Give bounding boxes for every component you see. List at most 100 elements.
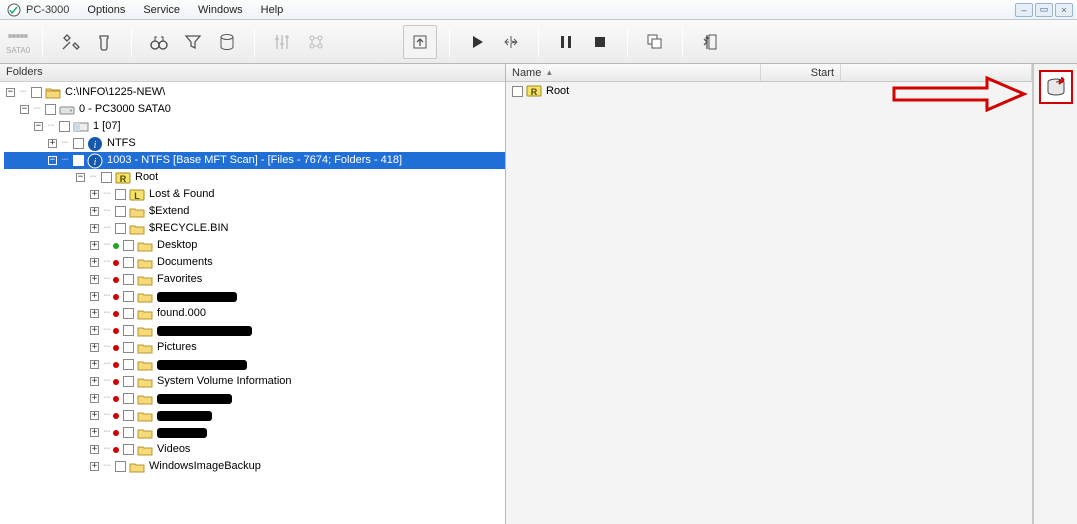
red-dot-icon bbox=[113, 345, 119, 351]
tools-icon[interactable] bbox=[55, 27, 85, 57]
tree-folder[interactable]: ┈ bbox=[4, 424, 505, 441]
sliders2-icon bbox=[301, 27, 331, 57]
row-checkbox[interactable] bbox=[512, 86, 523, 97]
checkbox[interactable] bbox=[123, 410, 134, 421]
list-panel: Name ▲ Start R Root bbox=[506, 64, 1077, 524]
checkbox[interactable] bbox=[123, 291, 134, 302]
checkbox[interactable] bbox=[115, 461, 126, 472]
tree-folder[interactable]: ┈Desktop bbox=[4, 237, 505, 254]
checkbox[interactable] bbox=[123, 359, 134, 370]
red-dot-icon bbox=[113, 328, 119, 334]
red-dot-icon bbox=[113, 447, 119, 453]
window-controls: – ▭ × bbox=[1015, 3, 1075, 17]
checkbox[interactable] bbox=[115, 189, 126, 200]
minimize-button[interactable]: – bbox=[1015, 3, 1033, 17]
menu-windows[interactable]: Windows bbox=[190, 2, 251, 18]
folders-tree[interactable]: ┈ C:\INFO\1225-NEW\ ┈ 0 - PC3000 SATA0 bbox=[0, 82, 505, 524]
partition-icon bbox=[73, 120, 89, 134]
tree-folder[interactable]: ┈ bbox=[4, 322, 505, 339]
folder-label: System Volume Information bbox=[157, 373, 292, 390]
folder-label: WindowsImageBackup bbox=[149, 458, 261, 475]
tree-folder[interactable]: ┈Favorites bbox=[4, 271, 505, 288]
folder-label: Desktop bbox=[157, 237, 197, 254]
save-to-disk-button[interactable] bbox=[1039, 70, 1073, 104]
checkbox[interactable] bbox=[123, 342, 134, 353]
tree-folder[interactable]: ┈ bbox=[4, 390, 505, 407]
binoculars-icon[interactable] bbox=[144, 27, 174, 57]
close-button[interactable]: × bbox=[1055, 3, 1073, 17]
checkbox[interactable] bbox=[123, 393, 134, 404]
tree-folder[interactable]: ┈found.000 bbox=[4, 305, 505, 322]
svg-text:L: L bbox=[134, 191, 140, 201]
redacted-label bbox=[157, 394, 232, 404]
red-dot-icon bbox=[113, 294, 119, 300]
checkbox[interactable] bbox=[123, 376, 134, 387]
menu-options[interactable]: Options bbox=[79, 2, 133, 18]
column-name[interactable]: Name ▲ bbox=[506, 64, 761, 81]
info-icon: i bbox=[87, 154, 103, 168]
checkbox[interactable] bbox=[115, 206, 126, 217]
column-start[interactable]: Start bbox=[761, 64, 841, 81]
tree-ntfs[interactable]: ┈ i NTFS bbox=[4, 135, 505, 152]
list-header: Name ▲ Start bbox=[506, 64, 1032, 82]
svg-text:R: R bbox=[120, 174, 127, 184]
exit-icon[interactable] bbox=[695, 27, 725, 57]
jar-icon[interactable] bbox=[89, 27, 119, 57]
folders-header: Folders bbox=[0, 64, 505, 82]
pause-icon[interactable] bbox=[551, 27, 581, 57]
checkbox[interactable] bbox=[115, 223, 126, 234]
windows-stack-icon[interactable] bbox=[640, 27, 670, 57]
folder-icon bbox=[137, 307, 153, 321]
folder-icon bbox=[137, 256, 153, 270]
list-body[interactable]: R Root bbox=[506, 82, 1032, 100]
checkbox[interactable] bbox=[123, 257, 134, 268]
root-badge-icon: R bbox=[526, 84, 542, 98]
tree-folder[interactable]: ┈$Extend bbox=[4, 203, 505, 220]
folder-icon bbox=[129, 205, 145, 219]
folder-icon bbox=[129, 460, 145, 474]
toolbar: SATA0 bbox=[0, 20, 1077, 64]
folder-icon bbox=[137, 375, 153, 389]
tree-folder[interactable]: ┈WindowsImageBackup bbox=[4, 458, 505, 475]
export-icon[interactable] bbox=[403, 25, 437, 59]
list-row[interactable]: R Root bbox=[506, 82, 1032, 100]
sata-button[interactable]: SATA0 bbox=[6, 28, 30, 55]
red-dot-icon bbox=[113, 430, 119, 436]
checkbox[interactable] bbox=[123, 444, 134, 455]
tree-folder[interactable]: ┈Pictures bbox=[4, 339, 505, 356]
tree-root[interactable]: ┈ C:\INFO\1225-NEW\ bbox=[4, 84, 505, 101]
stop-icon[interactable] bbox=[585, 27, 615, 57]
root-badge-icon: R bbox=[115, 171, 131, 185]
tree-folder[interactable]: ┈ bbox=[4, 288, 505, 305]
menu-service[interactable]: Service bbox=[135, 2, 188, 18]
tree-root-folder[interactable]: ┈ R Root bbox=[4, 169, 505, 186]
tree-folder[interactable]: ┈Videos bbox=[4, 441, 505, 458]
tree-folder[interactable]: ┈LLost & Found bbox=[4, 186, 505, 203]
menu-bar: Options Service Windows Help bbox=[79, 2, 291, 18]
tree-scan-selected[interactable]: ┈ i 1003 - NTFS [Base MFT Scan] - [Files… bbox=[4, 152, 505, 169]
menu-help[interactable]: Help bbox=[253, 2, 292, 18]
tree-drive[interactable]: ┈ 0 - PC3000 SATA0 bbox=[4, 101, 505, 118]
tree-folder[interactable]: ┈$RECYCLE.BIN bbox=[4, 220, 505, 237]
checkbox[interactable] bbox=[123, 427, 134, 438]
maximize-button[interactable]: ▭ bbox=[1035, 3, 1053, 17]
svg-text:R: R bbox=[531, 87, 538, 97]
folder-label: $RECYCLE.BIN bbox=[149, 220, 228, 237]
database-icon[interactable] bbox=[212, 27, 242, 57]
tree-folder[interactable]: ┈Documents bbox=[4, 254, 505, 271]
redacted-label bbox=[157, 411, 212, 421]
tree-folder[interactable]: ┈ bbox=[4, 356, 505, 373]
checkbox[interactable] bbox=[123, 325, 134, 336]
tree-folder[interactable]: ┈ bbox=[4, 407, 505, 424]
checkbox[interactable] bbox=[123, 274, 134, 285]
redacted-label bbox=[157, 292, 237, 302]
checkbox[interactable] bbox=[123, 308, 134, 319]
red-dot-icon bbox=[113, 362, 119, 368]
step-icon[interactable] bbox=[496, 27, 526, 57]
tree-folder[interactable]: ┈System Volume Information bbox=[4, 373, 505, 390]
play-icon[interactable] bbox=[462, 27, 492, 57]
tree-partition[interactable]: ┈ 1 [07] bbox=[4, 118, 505, 135]
red-dot-icon bbox=[113, 379, 119, 385]
filter-icon[interactable] bbox=[178, 27, 208, 57]
checkbox[interactable] bbox=[123, 240, 134, 251]
